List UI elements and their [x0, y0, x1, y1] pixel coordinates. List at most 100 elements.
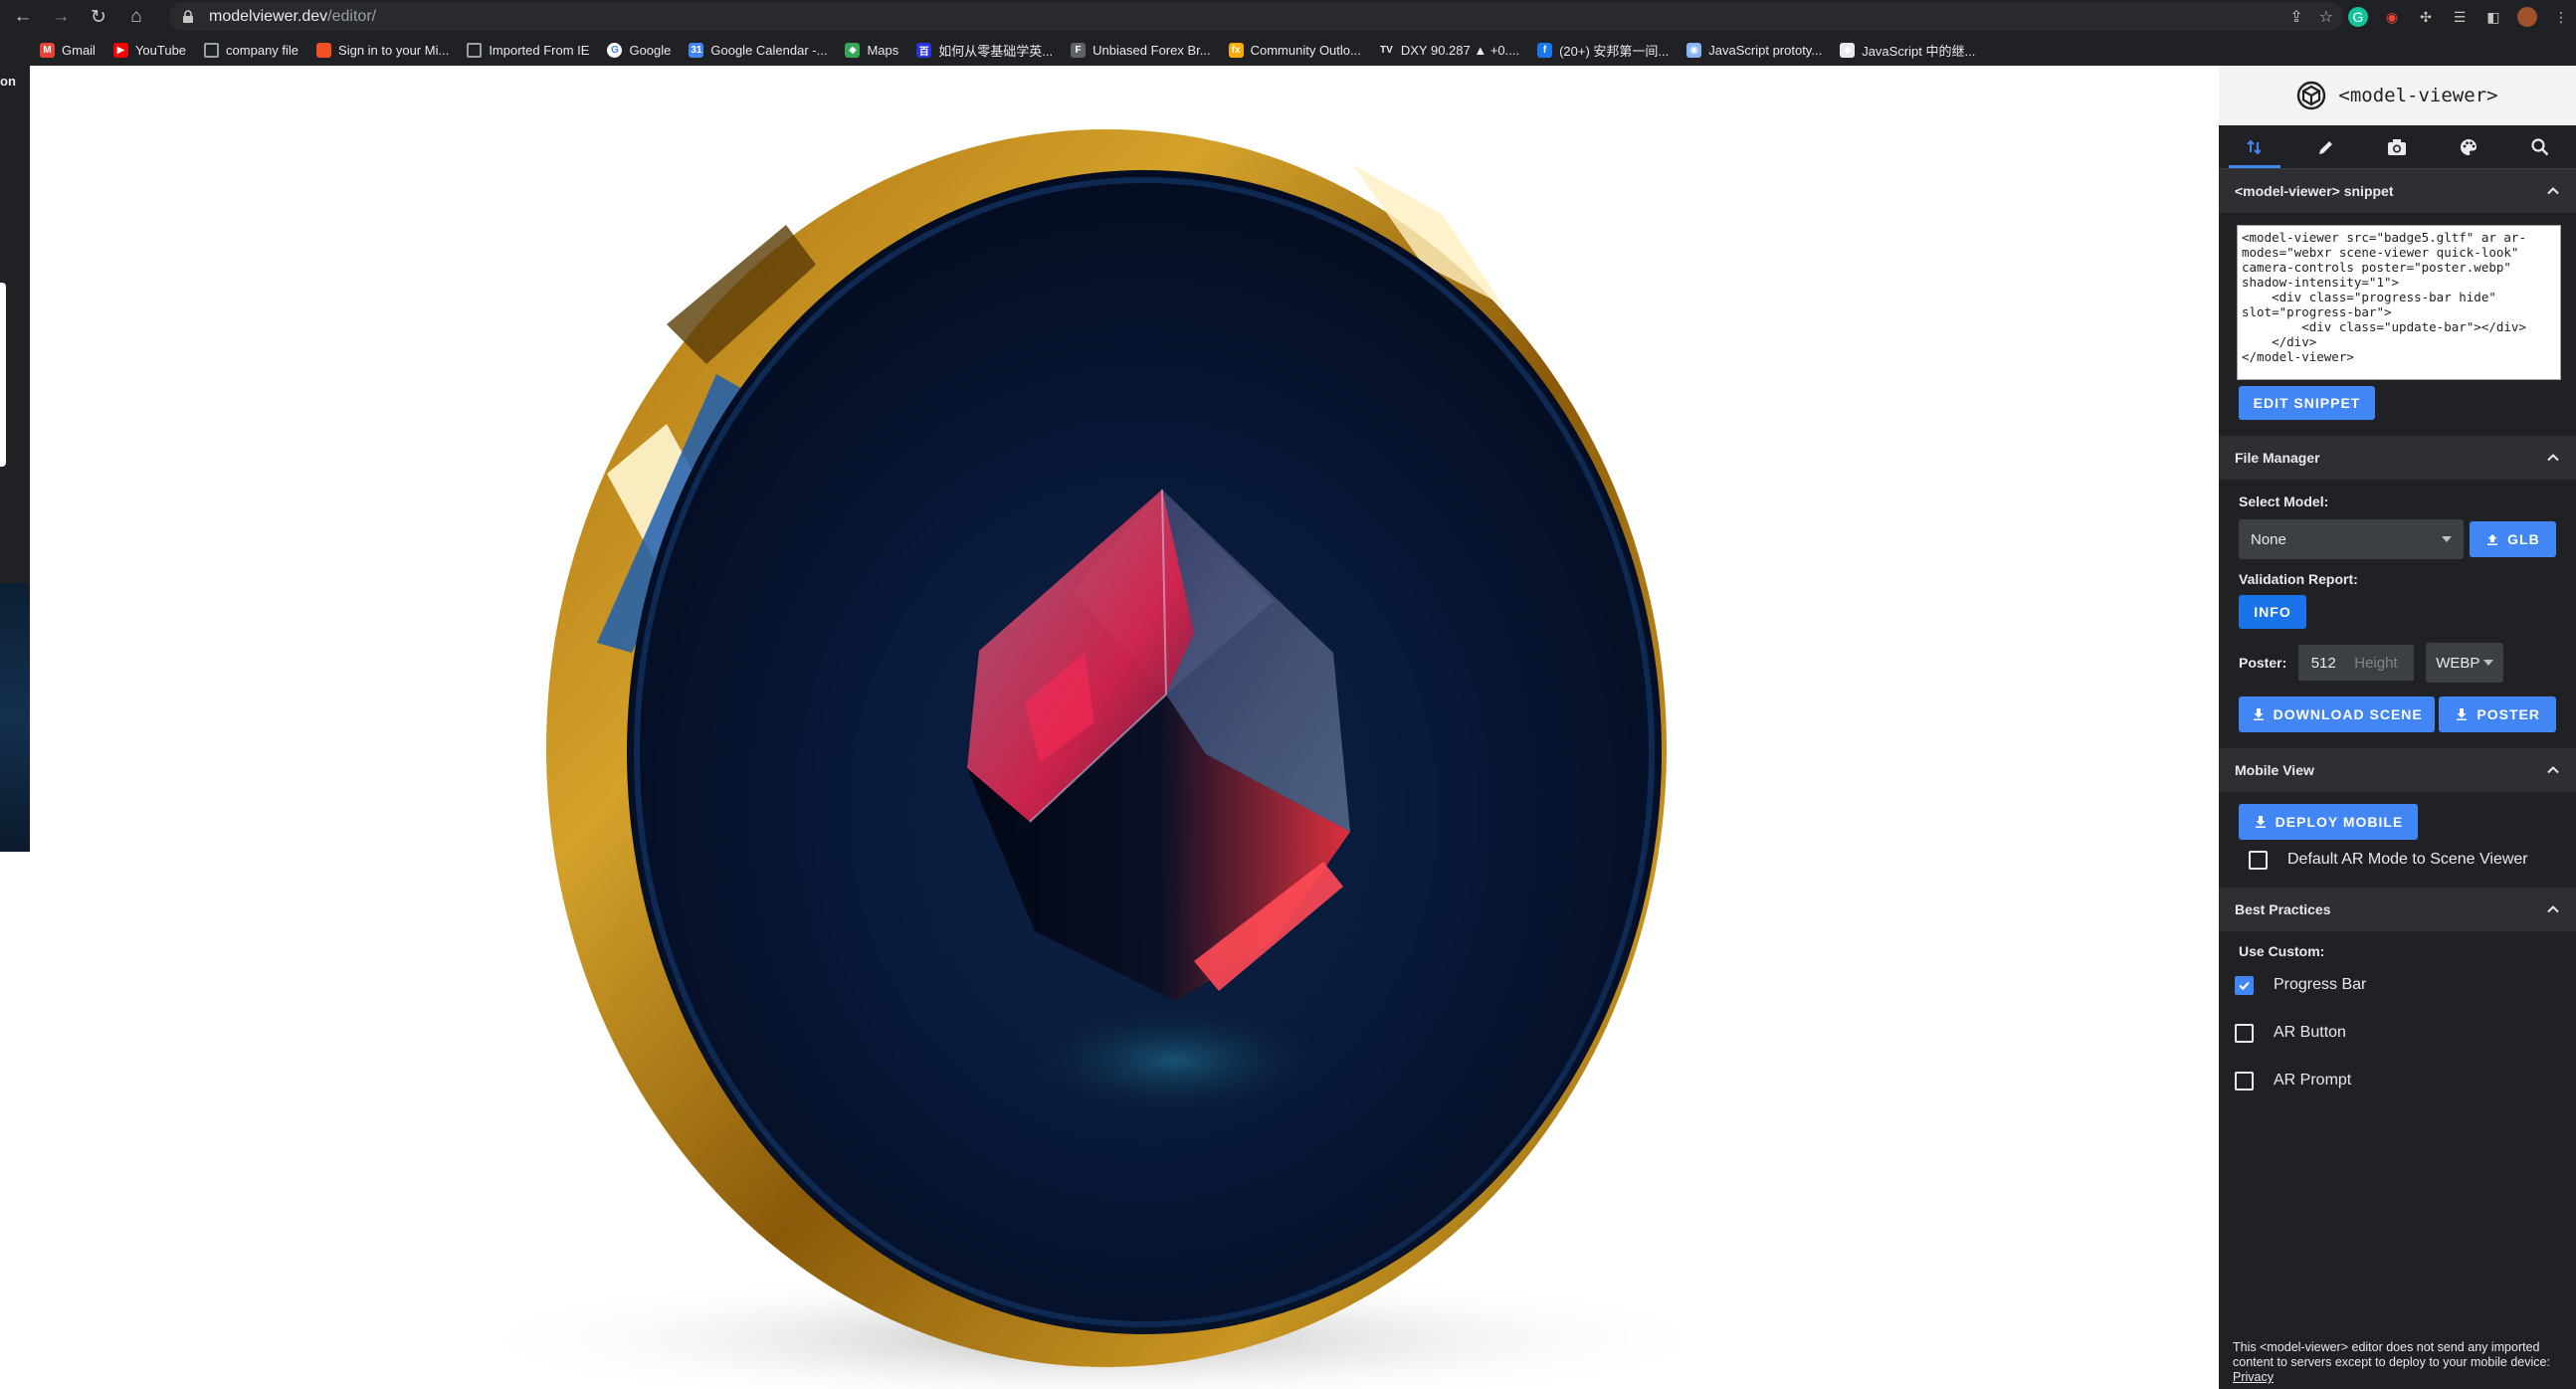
best-practice-option[interactable]: AR Button — [2219, 1009, 2556, 1057]
poster-width-input[interactable]: 512 — [2298, 645, 2349, 681]
best-practice-checkbox[interactable] — [2235, 1071, 2254, 1091]
tab-materials[interactable] — [2433, 125, 2504, 168]
tab-inspect[interactable] — [2504, 125, 2576, 168]
download-poster-label: POSTER — [2477, 706, 2540, 722]
sort-arrows-icon — [2247, 139, 2262, 154]
best-practice-checkbox[interactable] — [2235, 1023, 2254, 1043]
snippet-section-header[interactable]: <model-viewer> snippet — [2219, 169, 2576, 213]
side-panel-icon[interactable]: ◧ — [2483, 7, 2503, 27]
tab-edit[interactable] — [2290, 125, 2362, 168]
snippet-section-title: <model-viewer> snippet — [2235, 183, 2394, 199]
bookmark-label: 如何从零基础学英... — [938, 43, 1054, 59]
info-button[interactable]: INFO — [2239, 595, 2306, 629]
bookmark-star-icon[interactable]: ☆ — [2319, 7, 2333, 27]
best-practices-section-header[interactable]: Best Practices — [2219, 888, 2576, 931]
dropdown-caret-icon — [2441, 536, 2452, 542]
bookmark-item[interactable]: 31 Google Calendar -... — [689, 42, 827, 58]
best-practice-option[interactable]: Progress Bar — [2219, 961, 2556, 1009]
bookmark-item[interactable]: ◆ JavaScript 中的继... — [1840, 41, 1975, 60]
omnibox-actions: ⇪ ☆ — [2289, 2, 2333, 31]
more-menu-icon[interactable]: ⋮ — [2551, 7, 2571, 27]
best-practice-option[interactable]: AR Prompt — [2219, 1057, 2556, 1104]
dropdown-caret-icon — [2483, 660, 2494, 666]
bookmark-label: Community Outlo... — [1250, 42, 1361, 58]
url-host: modelviewer.dev — [209, 7, 328, 25]
mobile-view-title: Mobile View — [2235, 762, 2314, 778]
bookmark-item[interactable]: ▶ YouTube — [112, 42, 186, 58]
upload-icon — [2487, 534, 2498, 545]
bookmark-item[interactable]: Imported From IE — [467, 42, 590, 58]
tab-camera[interactable] — [2362, 125, 2434, 168]
bookmark-item[interactable]: M Gmail — [40, 42, 96, 58]
chevron-up-icon[interactable] — [2546, 763, 2560, 777]
bookmark-label: Google — [629, 42, 672, 58]
forex-icon: F — [1071, 42, 1087, 58]
folder-icon — [204, 42, 220, 58]
gmail-icon: M — [40, 42, 55, 58]
bookmark-label: DXY 90.287 ▲ +0.... — [1400, 42, 1520, 58]
reload-icon[interactable]: ↻ — [84, 2, 113, 32]
home-icon[interactable]: ⌂ — [121, 2, 151, 32]
share-icon[interactable]: ⇪ — [2289, 7, 2302, 27]
bookmark-item[interactable]: f (20+) 安邦第一间... — [1537, 41, 1669, 60]
forward-icon[interactable]: → — [46, 2, 76, 32]
download-icon — [2457, 708, 2468, 720]
bookmark-item[interactable]: 百如何从零基础学英... — [916, 41, 1053, 60]
edit-snippet-button[interactable]: EDIT SNIPPET — [2239, 386, 2375, 420]
tradingview-icon: TV — [1378, 42, 1394, 58]
bookmark-item[interactable]: F Unbiased Forex Br... — [1071, 42, 1211, 58]
folder-icon — [467, 42, 483, 58]
puzzle-icon[interactable]: ✣ — [2416, 7, 2436, 27]
bookmark-item[interactable]: fx Community Outlo... — [1228, 42, 1361, 58]
bookmark-label: JavaScript 中的继... — [1862, 43, 1976, 59]
deploy-mobile-button[interactable]: DEPLOY MOBILE — [2239, 804, 2418, 840]
model-viewer-logo-icon — [2297, 81, 2326, 110]
lock-icon[interactable] — [181, 9, 195, 24]
chevron-up-icon[interactable] — [2546, 184, 2560, 198]
poster-format-select[interactable]: WEBP — [2426, 643, 2504, 683]
bookmark-item[interactable]: ◉ JavaScript prototy... — [1686, 42, 1823, 58]
poster-height-input[interactable]: Height — [2348, 645, 2415, 681]
bookmark-item[interactable]: G Google — [607, 42, 672, 58]
download-poster-button[interactable]: POSTER — [2439, 696, 2556, 732]
ar-mode-label: Default AR Mode to Scene Viewer — [2287, 851, 2528, 868]
ar-mode-checkbox[interactable] — [2249, 850, 2268, 870]
reading-list-icon[interactable]: ☰ — [2450, 7, 2470, 27]
model-viewer-canvas[interactable] — [30, 66, 2219, 1389]
bookmark-item[interactable]: TV DXY 90.287 ▲ +0.... — [1378, 42, 1520, 58]
best-practice-label: Progress Bar — [2274, 976, 2367, 993]
chevron-up-icon[interactable] — [2546, 451, 2560, 465]
background-window-image — [0, 583, 30, 852]
maps-icon: ◆ — [845, 42, 861, 58]
ar-mode-option[interactable]: Default AR Mode to Scene Viewer — [2235, 840, 2556, 880]
poster-row: Poster: 512 Height WEBP — [2239, 643, 2556, 683]
bookmark-item[interactable]: company file — [204, 42, 298, 58]
select-model-dropdown[interactable]: None — [2239, 519, 2464, 559]
chevron-up-icon[interactable] — [2546, 902, 2560, 916]
pencil-icon — [2318, 140, 2332, 154]
upload-glb-label: GLB — [2507, 531, 2540, 547]
coin-model[interactable] — [30, 66, 2219, 1389]
reflection-glow — [1015, 1001, 1333, 1120]
bookmark-label: Sign in to your Mi... — [338, 42, 450, 58]
bookmark-item[interactable]: ◆ Maps — [845, 42, 898, 58]
file-manager-section-header[interactable]: File Manager — [2219, 436, 2576, 480]
select-model-value: None — [2251, 530, 2286, 548]
snippet-textarea[interactable]: <model-viewer src="badge5.gltf" ar ar-mo… — [2237, 225, 2561, 380]
mobile-view-section-header[interactable]: Mobile View — [2219, 748, 2576, 792]
bookmark-label: Imported From IE — [489, 42, 590, 58]
upload-glb-button[interactable]: GLB — [2469, 521, 2556, 557]
best-practice-checkbox[interactable] — [2235, 975, 2254, 995]
editor-sidebar: <model-viewer> <model-viewer> snippet <m… — [2219, 66, 2576, 1389]
bookmark-item[interactable]: Sign in to your Mi... — [316, 42, 450, 58]
privacy-notice: This <model-viewer> editor does not send… — [2233, 1340, 2566, 1385]
tab-edit-order[interactable] — [2219, 125, 2290, 168]
extension-record-icon[interactable]: ◉ — [2382, 7, 2402, 27]
privacy-link[interactable]: Privacy — [2233, 1370, 2274, 1384]
address-bar[interactable]: modelviewer.dev /editor/ ⇪ ☆ — [169, 2, 2343, 31]
grammarly-icon[interactable]: G — [2348, 7, 2368, 27]
avatar[interactable] — [2517, 7, 2537, 27]
back-icon[interactable]: ← — [8, 2, 38, 32]
bookmark-label: JavaScript prototy... — [1708, 42, 1823, 58]
download-scene-button[interactable]: DOWNLOAD SCENE — [2239, 696, 2436, 732]
